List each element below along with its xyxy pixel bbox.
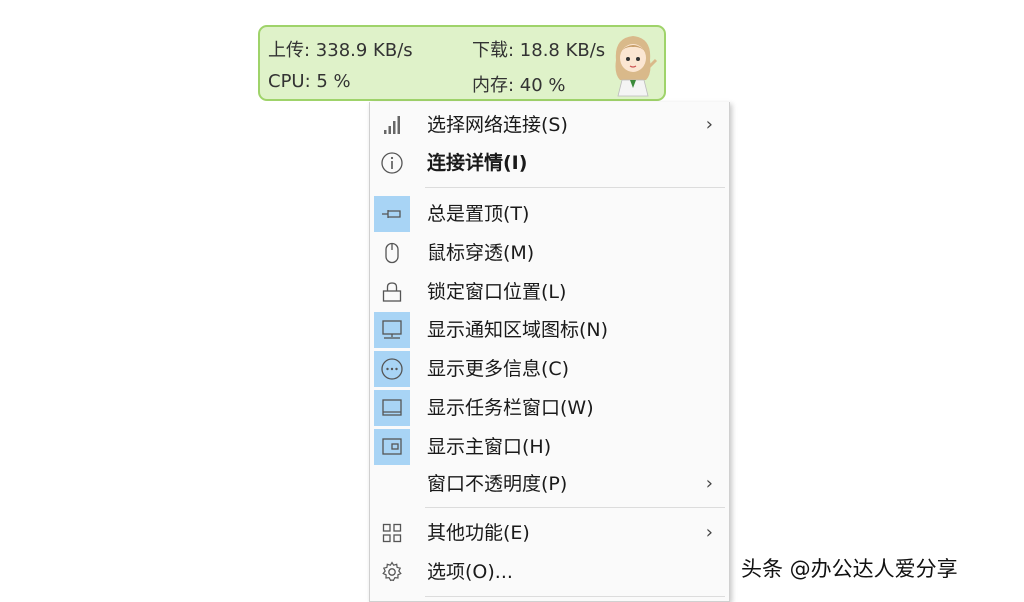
mouse-icon [374,235,410,271]
submenu-arrow-icon: › [705,114,713,135]
menu-item-select-network[interactable]: 选择网络连接(S) › [370,107,729,143]
menu-item-label: 选项(O)... [427,561,513,583]
menu-item-label: 显示任务栏窗口(W) [427,397,594,419]
menu-item-show-taskbar-window[interactable]: 显示任务栏窗口(W) [370,390,729,426]
context-menu: 选择网络连接(S) › 连接详情(I) 总是置顶(T) 鼠标穿透(M) 锁定窗口… [369,102,730,602]
lock-icon [374,274,410,310]
cpu-usage: CPU: 5 % [268,71,351,92]
network-speed-widget[interactable]: 上传: 338.9 KB/s 下载: 18.8 KB/s CPU: 5 % 内存… [258,25,666,101]
watermark: 头条 @办公达人爱分享 [741,557,958,581]
tray-monitor-icon [374,312,410,348]
menu-item-show-tray-icon[interactable]: 显示通知区域图标(N) [370,312,729,348]
pin-icon [374,196,410,232]
mascot-icon [615,36,658,97]
menu-item-label: 连接详情(I) [427,152,528,174]
grid-icon [374,515,410,551]
menu-item-label: 锁定窗口位置(L) [427,281,567,303]
more-circle-icon [374,351,410,387]
menu-separator [425,507,725,508]
memory-usage: 内存: 40 % [472,75,566,96]
gear-icon [374,554,410,590]
menu-item-mouse-passthrough[interactable]: 鼠标穿透(M) [370,235,729,271]
menu-item-label: 其他功能(E) [427,522,530,544]
main-window-icon [374,429,410,465]
submenu-arrow-icon: › [705,473,713,494]
upload-speed: 上传: 338.9 KB/s [268,40,413,61]
submenu-arrow-icon: › [705,522,713,543]
info-icon [374,145,410,181]
menu-item-other-functions[interactable]: 其他功能(E) › [370,515,729,551]
menu-item-options[interactable]: 选项(O)... [370,554,729,590]
menu-item-label: 选择网络连接(S) [427,114,568,136]
download-speed: 下载: 18.8 KB/s [472,40,606,61]
taskbar-window-icon [374,390,410,426]
menu-separator [425,596,725,597]
menu-item-always-on-top[interactable]: 总是置顶(T) [370,196,729,232]
menu-item-label: 显示通知区域图标(N) [427,319,609,341]
menu-separator [425,187,725,188]
menu-item-window-opacity[interactable]: 窗口不透明度(P) › [370,466,729,502]
menu-item-label: 显示主窗口(H) [427,436,552,458]
menu-item-show-more-info[interactable]: 显示更多信息(C) [370,351,729,387]
menu-item-label: 总是置顶(T) [427,203,530,225]
menu-item-label: 鼠标穿透(M) [427,242,535,264]
menu-item-label: 显示更多信息(C) [427,358,570,380]
menu-item-label: 窗口不透明度(P) [427,473,568,495]
signal-bars-icon [374,107,410,143]
menu-item-show-main-window[interactable]: 显示主窗口(H) [370,429,729,465]
menu-item-connection-details[interactable]: 连接详情(I) [370,145,729,181]
menu-item-lock-position[interactable]: 锁定窗口位置(L) [370,274,729,310]
